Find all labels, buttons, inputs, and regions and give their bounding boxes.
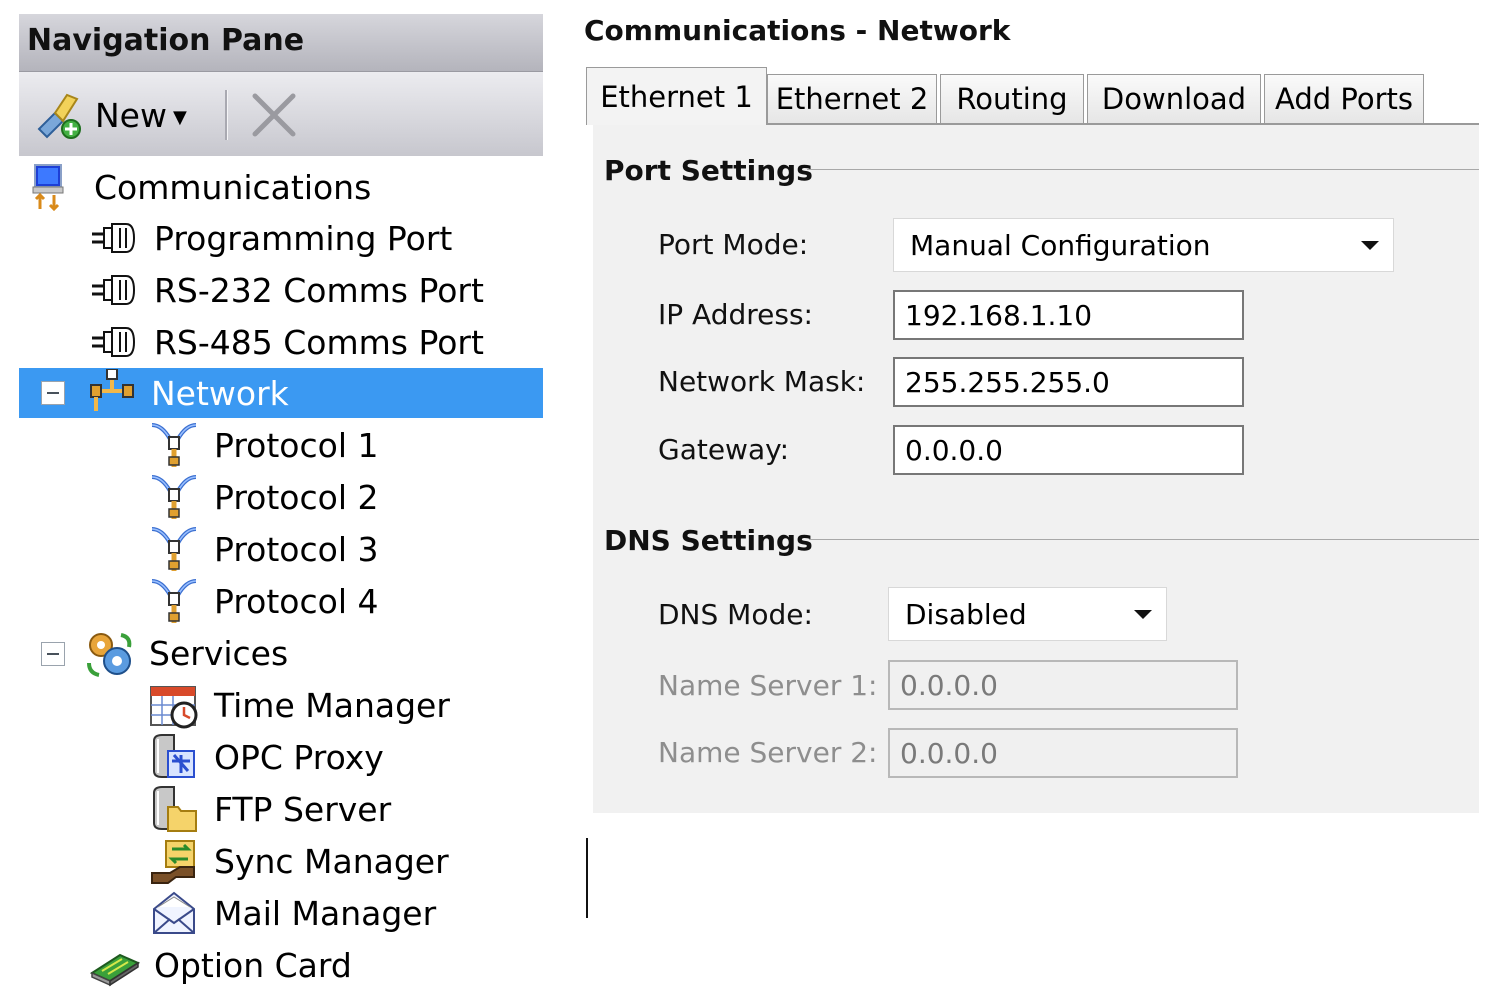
name-server-1-field[interactable]: 0.0.0.0	[888, 660, 1238, 710]
name-server-2-label: Name Server 2:	[658, 736, 878, 769]
dns-mode-label: DNS Mode:	[658, 598, 813, 631]
tab-download[interactable]: Download	[1087, 74, 1261, 123]
tree-item-protocol-2[interactable]: Protocol 2	[150, 472, 378, 522]
gateway-field[interactable]: 0.0.0.0	[893, 425, 1244, 475]
tab-add-ports[interactable]: Add Ports	[1264, 74, 1424, 123]
tree-item-protocol-3[interactable]: Protocol 3	[150, 524, 378, 574]
chevron-down-icon	[1361, 240, 1379, 250]
port-mode-value: Manual Configuration	[910, 228, 1211, 262]
ip-address-label: IP Address:	[658, 298, 813, 331]
delete-icon[interactable]	[247, 88, 301, 142]
communications-icon	[32, 164, 64, 211]
port-icon	[92, 223, 136, 253]
tree-item-label: Protocol 3	[214, 529, 379, 569]
navigation-pane-header: Navigation Pane	[19, 14, 543, 72]
tree-item-mail-manager[interactable]: Mail Manager	[150, 888, 436, 938]
tree-item-label: Sync Manager	[214, 841, 449, 881]
tree-item-label: Communications	[94, 167, 372, 207]
port-mode-select[interactable]: Manual Configuration	[893, 218, 1394, 272]
tree-item-rs485-comms-port[interactable]: RS-485 Comms Port	[90, 317, 484, 367]
dns-mode-value: Disabled	[905, 597, 1027, 631]
tab-ethernet-1[interactable]: Ethernet 1	[586, 67, 767, 125]
port-settings-divider	[807, 169, 1479, 170]
ftp-server-icon	[153, 786, 197, 832]
tree-item-label: FTP Server	[214, 789, 392, 829]
new-button[interactable]: New ▼	[33, 88, 187, 142]
tree-item-programming-port[interactable]: Programming Port	[90, 213, 452, 263]
panel-title: Communications - Network	[584, 14, 1011, 47]
ip-address-field[interactable]: 192.168.1.10	[893, 290, 1244, 340]
tree-item-label: OPC Proxy	[214, 737, 384, 777]
tree-item-services[interactable]: Services	[41, 628, 288, 678]
gateway-label: Gateway:	[658, 433, 790, 466]
chevron-down-icon: ▼	[172, 106, 187, 128]
mail-manager-icon	[153, 891, 195, 934]
navigation-toolbar: New ▼	[19, 72, 543, 156]
tab-routing[interactable]: Routing	[940, 74, 1084, 123]
tree-item-label: Protocol 1	[214, 425, 379, 465]
network-mask-field[interactable]: 255.255.255.0	[893, 357, 1244, 407]
tree-item-label: Programming Port	[154, 218, 453, 258]
protocol-icon	[151, 579, 197, 623]
port-settings-heading: Port Settings	[604, 154, 813, 187]
sync-manager-icon	[151, 840, 195, 884]
tree-item-protocol-4[interactable]: Protocol 4	[150, 576, 378, 626]
network-icon	[90, 369, 134, 411]
tree-item-label: Network	[151, 373, 289, 413]
time-manager-icon	[150, 686, 198, 729]
port-icon	[92, 327, 136, 357]
tree-item-network[interactable]: Network	[19, 368, 543, 418]
text-cursor	[586, 838, 588, 918]
name-server-1-label: Name Server 1:	[658, 669, 878, 702]
tree-item-label: Option Card	[154, 945, 352, 985]
tree-item-time-manager[interactable]: Time Manager	[150, 680, 450, 730]
dns-mode-select[interactable]: Disabled	[888, 587, 1167, 641]
opc-proxy-icon	[153, 734, 195, 778]
chevron-down-icon	[1134, 609, 1152, 619]
option-card-icon	[90, 953, 140, 987]
collapse-network-toggle[interactable]	[41, 381, 65, 405]
protocol-icon	[151, 423, 197, 467]
new-button-label: New	[95, 95, 167, 135]
name-server-2-field[interactable]: 0.0.0.0	[888, 728, 1238, 778]
tree-item-option-card[interactable]: Option Card	[90, 940, 352, 990]
port-mode-label: Port Mode:	[658, 228, 809, 261]
tree-item-rs232-comms-port[interactable]: RS-232 Comms Port	[90, 265, 484, 315]
tree-item-label: Protocol 4	[214, 581, 379, 621]
tree-item-label: Protocol 2	[214, 477, 379, 517]
new-item-icon	[37, 93, 81, 139]
dns-settings-divider	[809, 539, 1479, 540]
tree-item-protocol-1[interactable]: Protocol 1	[150, 420, 378, 470]
tree-item-ftp-server[interactable]: FTP Server	[150, 784, 391, 834]
network-mask-label: Network Mask:	[658, 365, 866, 398]
dns-settings-heading: DNS Settings	[604, 524, 813, 557]
tree-item-label: Services	[149, 633, 289, 673]
tree-item-label: RS-485 Comms Port	[154, 322, 484, 362]
tree-item-label: RS-232 Comms Port	[154, 270, 484, 310]
tree-item-communications[interactable]: Communications	[30, 162, 371, 212]
tree-item-sync-manager[interactable]: Sync Manager	[150, 836, 449, 886]
tab-ethernet-2[interactable]: Ethernet 2	[767, 74, 937, 123]
protocol-icon	[151, 475, 197, 519]
collapse-services-toggle[interactable]	[41, 642, 65, 666]
tree-item-opc-proxy[interactable]: OPC Proxy	[150, 732, 384, 782]
toolbar-separator	[225, 90, 228, 140]
navigation-pane-title: Navigation Pane	[27, 23, 305, 58]
tree-item-label: Mail Manager	[214, 893, 437, 933]
protocol-icon	[151, 527, 197, 571]
tree-item-label: Time Manager	[214, 685, 450, 725]
services-icon	[87, 633, 132, 677]
port-icon	[92, 275, 136, 305]
